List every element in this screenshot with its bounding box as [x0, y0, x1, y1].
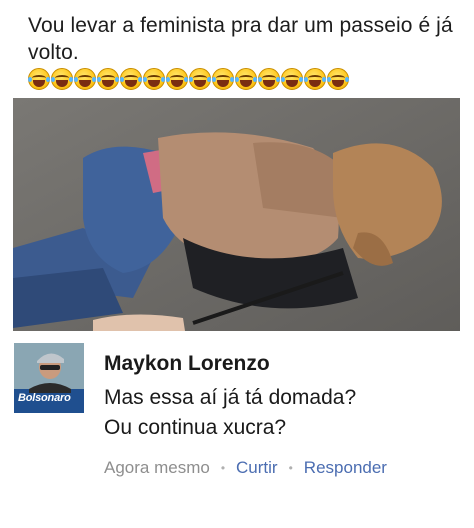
tear-icon	[345, 77, 349, 82]
caption-text: Vou levar a feminista pra dar um passeio…	[28, 14, 453, 64]
tear-icon	[74, 77, 78, 82]
comment-author[interactable]: Maykon Lorenzo	[104, 352, 270, 376]
tear-icon	[189, 77, 193, 82]
laughing-tears-emoji-icon	[304, 68, 326, 90]
post-caption: Vou levar a feminista pra dar um passeio…	[14, 6, 460, 96]
avatar-label: Bolsonaro	[18, 392, 71, 404]
reply-link[interactable]: Responder	[304, 458, 387, 478]
tear-icon	[161, 77, 165, 82]
tear-icon	[120, 77, 124, 82]
tear-icon	[212, 77, 216, 82]
laughing-tears-emoji-icon	[143, 68, 165, 90]
tear-icon	[138, 77, 142, 82]
tear-icon	[97, 77, 101, 82]
tear-icon	[69, 77, 73, 82]
tear-icon	[235, 77, 239, 82]
separator-dot: •	[288, 461, 293, 475]
emoji-row	[28, 68, 349, 92]
tear-icon	[253, 77, 257, 82]
tear-icon	[51, 77, 55, 82]
tear-icon	[258, 77, 262, 82]
laughing-tears-emoji-icon	[212, 68, 234, 90]
comment: Bolsonaro Maykon Lorenzo Mas essa aí já …	[14, 343, 460, 493]
laughing-tears-emoji-icon	[97, 68, 119, 90]
tear-icon	[207, 77, 211, 82]
laughing-tears-emoji-icon	[327, 68, 349, 90]
tear-icon	[322, 77, 326, 82]
laughing-tears-emoji-icon	[281, 68, 303, 90]
comment-timestamp: Agora mesmo	[104, 458, 210, 477]
laughing-tears-emoji-icon	[189, 68, 211, 90]
separator-dot: •	[220, 461, 226, 475]
laughing-tears-emoji-icon	[235, 68, 257, 90]
laughing-tears-emoji-icon	[258, 68, 280, 90]
comment-body: Mas essa aí já tá domada? Ou continua xu…	[104, 383, 454, 443]
avatar[interactable]: Bolsonaro	[14, 343, 84, 413]
laughing-tears-emoji-icon	[120, 68, 142, 90]
tear-icon	[28, 77, 32, 82]
tear-icon	[327, 77, 331, 82]
tear-icon	[166, 77, 170, 82]
comment-text-line1: Mas essa aí já tá domada?	[104, 386, 357, 409]
tear-icon	[92, 77, 96, 82]
post-photo[interactable]	[13, 98, 460, 331]
photo-illustration	[13, 98, 460, 331]
laughing-tears-emoji-icon	[74, 68, 96, 90]
tear-icon	[230, 77, 234, 82]
laughing-tears-emoji-icon	[51, 68, 73, 90]
like-link[interactable]: Curtir	[236, 458, 278, 478]
tear-icon	[143, 77, 147, 82]
comment-actions: Agora mesmo • Curtir • Responder	[104, 458, 387, 478]
comment-text-line2: Ou continua xucra?	[104, 416, 287, 439]
laughing-tears-emoji-icon	[166, 68, 188, 90]
tear-icon	[281, 77, 285, 82]
tear-icon	[304, 77, 308, 82]
tear-icon	[276, 77, 280, 82]
tear-icon	[184, 77, 188, 82]
tear-icon	[299, 77, 303, 82]
laughing-tears-emoji-icon	[28, 68, 50, 90]
tear-icon	[46, 77, 50, 82]
tear-icon	[115, 77, 119, 82]
